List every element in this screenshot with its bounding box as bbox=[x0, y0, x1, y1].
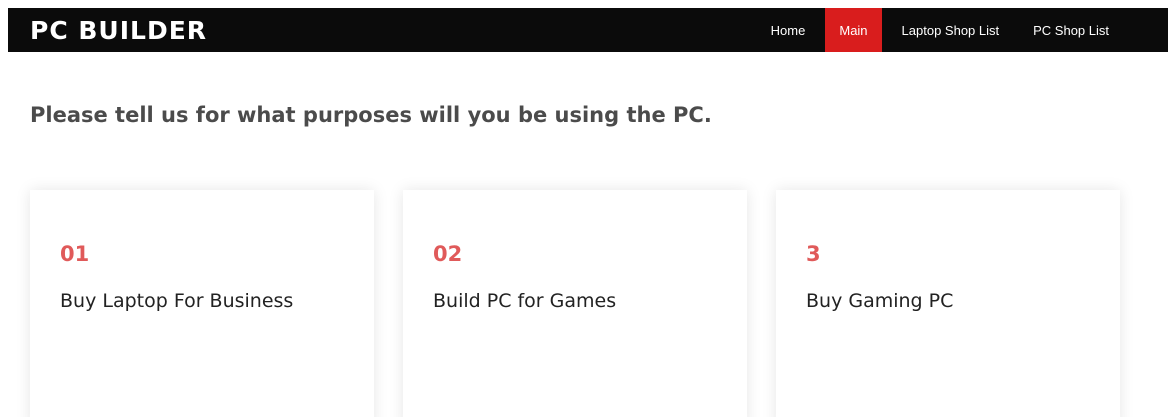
card-number: 3 bbox=[806, 242, 821, 266]
card-number: 02 bbox=[433, 242, 463, 266]
card-number: 01 bbox=[60, 242, 90, 266]
card-title: Build PC for Games bbox=[433, 290, 617, 312]
purpose-card-build-pc-games[interactable]: 02 Build PC for Games bbox=[403, 190, 747, 417]
purpose-card-laptop-business[interactable]: 01 Buy Laptop For Business bbox=[30, 190, 374, 417]
purpose-cards: 01 Buy Laptop For Business 02 Build PC f… bbox=[30, 190, 1120, 417]
card-title: Buy Laptop For Business bbox=[60, 290, 294, 312]
navbar: PC BUILDER Home Main Laptop Shop List PC… bbox=[8, 8, 1168, 52]
card-title: Buy Gaming PC bbox=[806, 290, 954, 312]
nav-item-pc-shop-list[interactable]: PC Shop List bbox=[1016, 8, 1126, 52]
nav-item-home[interactable]: Home bbox=[754, 8, 823, 52]
main-nav: Home Main Laptop Shop List PC Shop List bbox=[754, 8, 1126, 52]
purpose-card-gaming-pc[interactable]: 3 Buy Gaming PC bbox=[776, 190, 1120, 417]
page-heading: Please tell us for what purposes will yo… bbox=[30, 103, 712, 127]
nav-item-main[interactable]: Main bbox=[825, 8, 882, 52]
page: PC BUILDER Home Main Laptop Shop List PC… bbox=[0, 0, 1168, 417]
brand-logo[interactable]: PC BUILDER bbox=[30, 18, 207, 43]
nav-item-laptop-shop-list[interactable]: Laptop Shop List bbox=[885, 8, 1017, 52]
